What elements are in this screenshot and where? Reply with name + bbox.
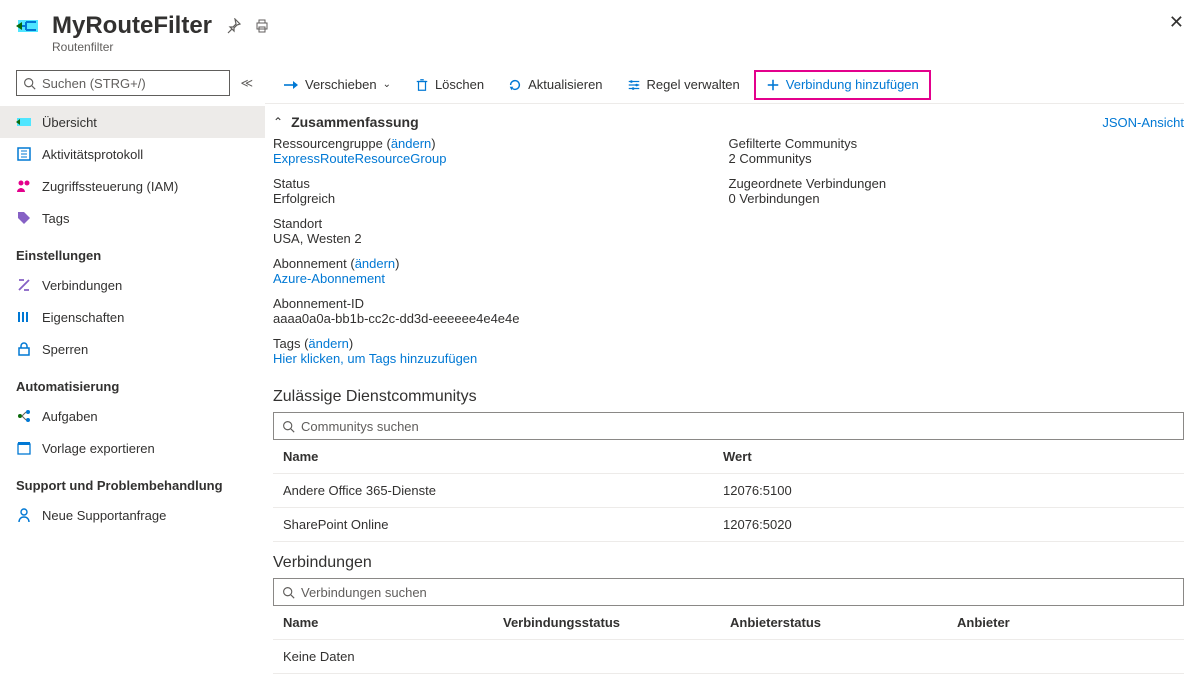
tag-icon — [16, 210, 32, 226]
close-icon[interactable]: ✕ — [1169, 12, 1184, 33]
sidebar-item-tasks[interactable]: Aufgaben — [0, 400, 265, 432]
associated-connections-value: 0 Verbindungen — [729, 191, 1185, 206]
move-button[interactable]: Verschieben ⌄ — [273, 70, 401, 100]
filtered-communities-value: 2 Communitys — [729, 151, 1185, 166]
connections-search-input[interactable]: Verbindungen suchen — [273, 578, 1184, 606]
sidebar-item-locks[interactable]: Sperren — [0, 333, 265, 365]
connections-table: Name Verbindungsstatus Anbieterstatus An… — [273, 606, 1184, 674]
add-connection-button[interactable]: Verbindung hinzufügen — [754, 70, 931, 100]
sidebar-item-export-template[interactable]: Vorlage exportieren — [0, 432, 265, 464]
tasks-icon — [16, 408, 32, 424]
refresh-icon — [508, 78, 522, 92]
sidebar-item-overview[interactable]: Übersicht — [0, 106, 265, 138]
move-icon — [283, 77, 299, 93]
print-icon[interactable] — [254, 18, 270, 34]
communities-table: Name Wert Andere Office 365-Dienste 1207… — [273, 440, 1184, 542]
main-content: Verschieben ⌄ Löschen Aktualisieren Rege… — [265, 66, 1200, 694]
sidebar-item-support-request[interactable]: Neue Supportanfrage — [0, 499, 265, 531]
plus-icon — [766, 78, 780, 92]
table-row-empty: Keine Daten — [273, 640, 1184, 674]
search-icon — [282, 586, 295, 599]
support-icon — [16, 507, 32, 523]
chevron-up-icon: ⌃ — [273, 115, 283, 129]
sidebar-item-tags[interactable]: Tags — [0, 202, 265, 234]
page-header: MyRouteFilter Routenfilter ✕ — [0, 0, 1200, 66]
search-icon — [23, 77, 36, 90]
page-title: MyRouteFilter — [52, 12, 212, 40]
resource-group-link[interactable]: ExpressRouteResourceGroup — [273, 151, 729, 166]
iam-icon — [16, 178, 32, 194]
sidebar-item-connections[interactable]: Verbindungen — [0, 269, 265, 301]
pin-icon[interactable] — [226, 18, 242, 34]
sidebar-item-iam[interactable]: Zugriffssteuerung (IAM) — [0, 170, 265, 202]
sidebar-section-settings: Einstellungen — [0, 234, 265, 269]
toolbar: Verschieben ⌄ Löschen Aktualisieren Rege… — [265, 66, 1184, 104]
sidebar-search-input[interactable]: Suchen (STRG+/) — [16, 70, 230, 96]
collapse-sidebar-icon[interactable]: ≪ — [240, 76, 253, 90]
manage-rule-button[interactable]: Regel verwalten — [617, 70, 750, 100]
table-row[interactable]: Andere Office 365-Dienste 12076:5100 — [273, 474, 1184, 508]
delete-button[interactable]: Löschen — [405, 70, 494, 100]
page-subtitle: Routenfilter — [52, 40, 212, 54]
refresh-button[interactable]: Aktualisieren — [498, 70, 612, 100]
connections-heading: Verbindungen — [273, 554, 1184, 572]
add-tags-link[interactable]: Hier klicken, um Tags hinzuzufügen — [273, 351, 729, 366]
summary-header[interactable]: ⌃ Zusammenfassung JSON-Ansicht — [265, 104, 1184, 136]
activity-log-icon — [16, 146, 32, 162]
properties-icon — [16, 309, 32, 325]
resource-icon — [16, 14, 40, 38]
communities-search-input[interactable]: Communitys suchen — [273, 412, 1184, 440]
sidebar-section-support: Support und Problembehandlung — [0, 464, 265, 499]
location-value: USA, Westen 2 — [273, 231, 729, 246]
sidebar-item-properties[interactable]: Eigenschaften — [0, 301, 265, 333]
table-row[interactable]: SharePoint Online 12076:5020 — [273, 508, 1184, 542]
json-view-link[interactable]: JSON-Ansicht — [1102, 115, 1184, 130]
change-rg-link[interactable]: ändern — [391, 136, 431, 151]
chevron-down-icon: ⌄ — [383, 79, 391, 90]
connections-icon — [16, 277, 32, 293]
sidebar-section-automation: Automatisierung — [0, 365, 265, 400]
search-icon — [282, 420, 295, 433]
communities-heading: Zulässige Dienstcommunitys — [273, 388, 1184, 406]
change-sub-link[interactable]: ändern — [355, 256, 395, 271]
subscription-link[interactable]: Azure-Abonnement — [273, 271, 729, 286]
subscription-id-value: aaaa0a0a-bb1b-cc2c-dd3d-eeeeee4e4e4e — [273, 311, 520, 326]
sliders-icon — [627, 78, 641, 92]
resource-small-icon — [16, 114, 32, 130]
export-template-icon — [16, 440, 32, 456]
status-value: Erfolgreich — [273, 191, 729, 206]
trash-icon — [415, 78, 429, 92]
sidebar-item-activity-log[interactable]: Aktivitätsprotokoll — [0, 138, 265, 170]
lock-icon — [16, 341, 32, 357]
change-tags-link[interactable]: ändern — [308, 336, 348, 351]
sidebar: Suchen (STRG+/) ≪ Übersicht Aktivitätspr… — [0, 66, 265, 694]
